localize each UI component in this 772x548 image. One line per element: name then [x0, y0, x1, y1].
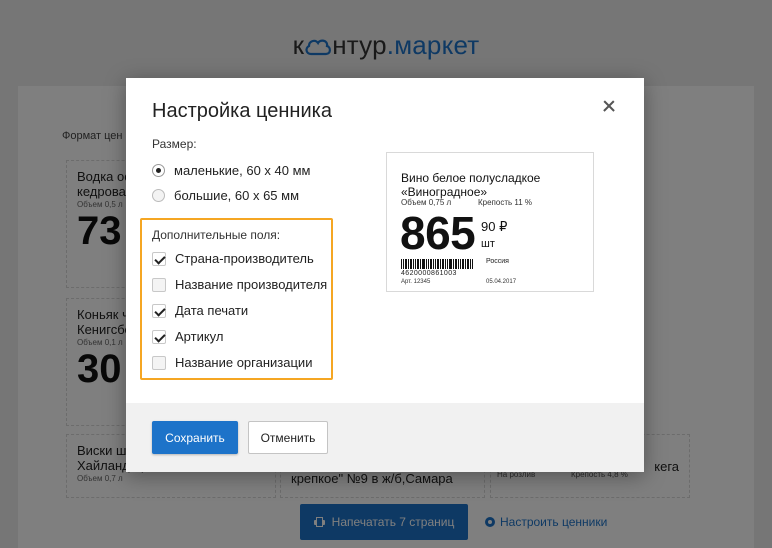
- preview-name-line-2: «Виноградное»: [401, 185, 488, 199]
- additional-fields-label: Дополнительные поля:: [152, 228, 281, 242]
- checkbox-country[interactable]: Страна-производитель: [152, 251, 314, 266]
- preview-price: 865: [400, 207, 476, 259]
- dialog-title: Настройка ценника: [152, 100, 332, 122]
- checkbox[interactable]: [152, 329, 166, 344]
- checkbox-label: Название производителя: [175, 277, 328, 292]
- checkbox-label: Название организации: [175, 355, 313, 370]
- radio-button[interactable]: [152, 164, 165, 177]
- preview-volume: Объем 0,75 л: [401, 198, 452, 207]
- radio-label: маленькие, 60 х 40 мм: [174, 163, 311, 178]
- checkbox-label: Артикул: [175, 329, 224, 344]
- radio-size-large[interactable]: большие, 60 х 65 мм: [152, 188, 299, 203]
- preview-unit: шт: [481, 238, 495, 250]
- radio-button[interactable]: [152, 189, 165, 202]
- preview-name-line-1: Вино белое полусладкое: [401, 171, 541, 185]
- barcode-icon: [401, 259, 473, 269]
- close-icon[interactable]: [601, 97, 619, 115]
- preview-country: Россия: [486, 258, 509, 265]
- preview-product-name: Вино белое полусладкое «Виноградное»: [401, 171, 581, 199]
- size-label: Размер:: [152, 137, 197, 151]
- checkbox[interactable]: [152, 303, 166, 318]
- checkbox-print-date[interactable]: Дата печати: [152, 303, 248, 318]
- checkbox-organization[interactable]: Название организации: [152, 355, 312, 370]
- checkbox[interactable]: [152, 277, 166, 292]
- preview-article: Арт. 12345: [401, 279, 431, 285]
- preview-cents: 90 ₽: [481, 219, 508, 234]
- checkbox[interactable]: [152, 251, 166, 266]
- cancel-button[interactable]: Отменить: [248, 421, 328, 454]
- checkbox-label: Страна-производитель: [175, 251, 314, 266]
- preview-date: 05.04.2017: [486, 279, 517, 285]
- checkbox-manufacturer[interactable]: Название производителя: [152, 277, 327, 292]
- checkbox[interactable]: [152, 355, 166, 370]
- preview-barcode-number: 4620000861003: [401, 270, 457, 277]
- preview-strength: Крепость 11 %: [478, 198, 533, 207]
- save-button[interactable]: Сохранить: [152, 421, 238, 454]
- radio-size-small[interactable]: маленькие, 60 х 40 мм: [152, 163, 310, 178]
- checkbox-label: Дата печати: [175, 303, 249, 318]
- checkbox-article[interactable]: Артикул: [152, 329, 223, 344]
- radio-label: большие, 60 х 65 мм: [174, 188, 300, 203]
